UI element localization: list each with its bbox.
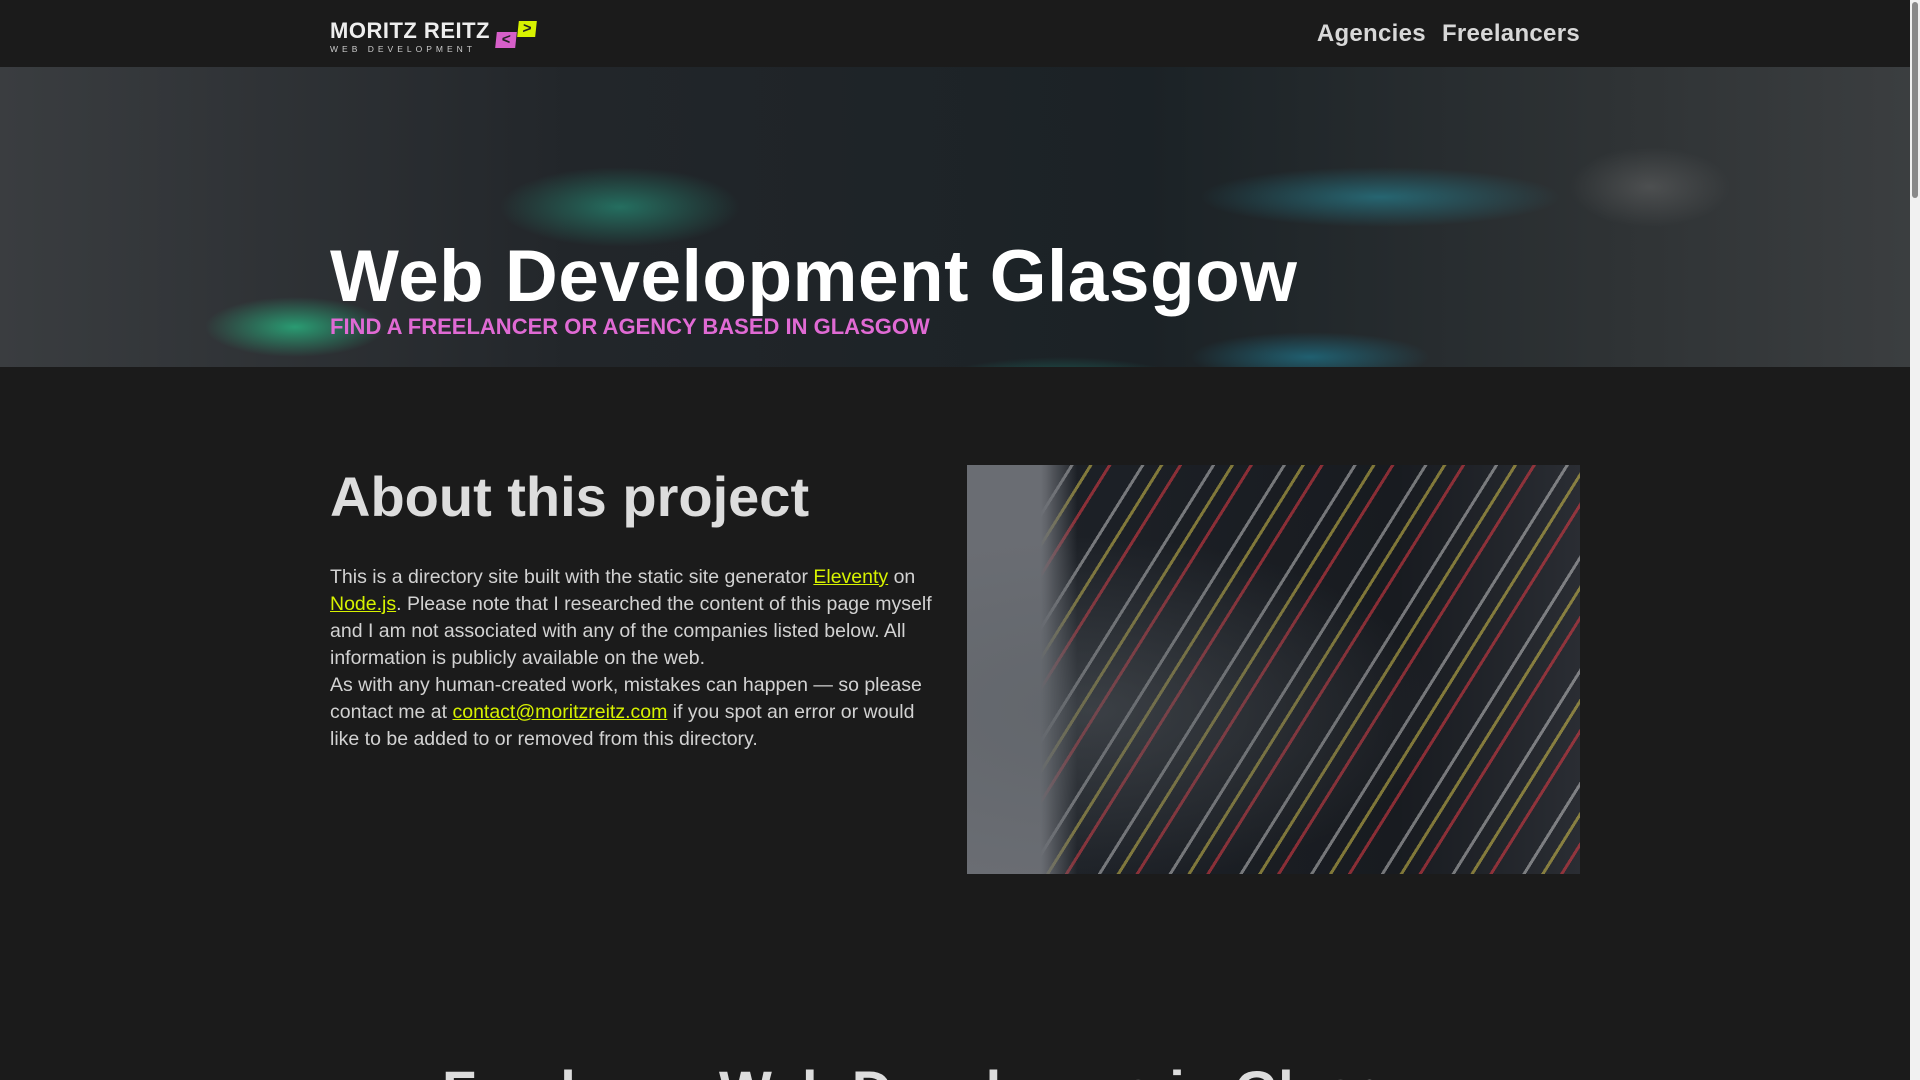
page-subtitle: Find a freelancer or agency based in Gla… (330, 314, 930, 339)
code-screenshot-image (967, 465, 1580, 874)
eleventy-link[interactable]: Eleventy (813, 566, 888, 588)
about-section: About this project This is a directory s… (330, 465, 942, 753)
nodejs-link[interactable]: Node.js (330, 593, 396, 615)
nav-links: Agencies Freelancers (1317, 20, 1580, 48)
hero-banner: Web Development Glasgow Find a freelance… (0, 67, 1910, 367)
email-link[interactable]: contact@moritzreitz.com (452, 701, 667, 723)
freelancers-heading: Freelance Web Developers in Glasgow (0, 1058, 1910, 1080)
logo-mark-right: > (517, 20, 537, 37)
code-brackets-icon: < > (495, 20, 538, 50)
scrollbar[interactable] (1910, 0, 1920, 1080)
top-nav: MORITZ REITZ WEB DEVELOPMENT < > Agencie… (0, 0, 1910, 67)
page: MORITZ REITZ WEB DEVELOPMENT < > Agencie… (0, 0, 1910, 1080)
about-paragraph-2: As with any human-created work, mistakes… (330, 672, 942, 753)
logo-name: MORITZ REITZ (330, 18, 490, 43)
logo-link[interactable]: MORITZ REITZ WEB DEVELOPMENT < > (330, 20, 538, 54)
text: . Please note that I researched the cont… (330, 593, 932, 669)
scrollbar-thumb[interactable] (1912, 2, 1918, 198)
nav-link-freelancers[interactable]: Freelancers (1442, 20, 1580, 48)
about-paragraph-1: This is a directory site built with the … (330, 564, 942, 672)
page-title: Web Development Glasgow (330, 236, 1298, 317)
logo-mark-left: < (495, 31, 517, 48)
text: on (888, 566, 916, 588)
about-heading: About this project (330, 465, 810, 528)
logo-subtitle: WEB DEVELOPMENT (330, 44, 476, 54)
text: This is a directory site built with the … (330, 566, 814, 588)
logo: MORITZ REITZ WEB DEVELOPMENT (330, 18, 490, 55)
nav-link-agencies[interactable]: Agencies (1317, 20, 1426, 48)
